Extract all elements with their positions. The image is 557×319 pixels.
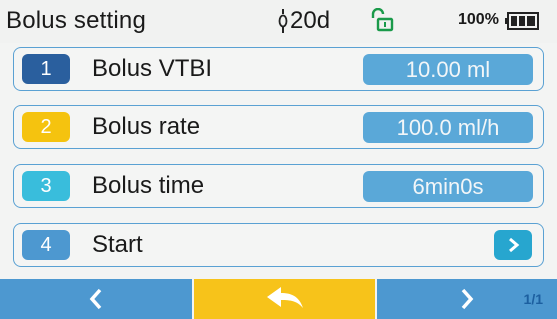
setting-row-bolus-rate[interactable]: 2 Bolus rate 100.0 ml/h: [13, 105, 544, 149]
row-number: 3: [22, 171, 70, 201]
iv-drip-icon: [278, 9, 288, 33]
back-arrow-icon: [266, 287, 303, 308]
status-bar: Bolus setting 20d 100%: [0, 0, 557, 43]
row-label: Bolus VTBI: [92, 55, 213, 82]
chevron-left-icon: [89, 288, 102, 310]
unlock-icon[interactable]: [370, 8, 394, 32]
next-page-button[interactable]: 1/1: [377, 279, 557, 319]
row-number: 1: [22, 54, 70, 84]
start-button[interactable]: [494, 230, 532, 260]
page-title: Bolus setting: [6, 7, 147, 34]
row-label: Start: [92, 231, 143, 258]
row-number: 2: [22, 112, 70, 142]
bolus-vtbi-value[interactable]: 10.00 ml: [363, 54, 533, 85]
previous-page-button[interactable]: [0, 279, 192, 319]
battery-level: 100%: [458, 11, 499, 28]
navigation-bar: 1/1: [0, 279, 557, 319]
row-label: Bolus rate: [92, 113, 201, 140]
row-label: Bolus time: [92, 172, 205, 199]
back-button[interactable]: [194, 279, 375, 319]
chevron-right-icon: [509, 237, 520, 253]
bolus-time-value[interactable]: 6min0s: [363, 171, 533, 202]
setting-row-bolus-vtbi[interactable]: 1 Bolus VTBI 10.00 ml: [13, 47, 544, 91]
setting-row-bolus-time[interactable]: 3 Bolus time 6min0s: [13, 164, 544, 208]
infusion-duration: 20d: [290, 7, 331, 34]
setting-row-start[interactable]: 4 Start: [13, 223, 544, 267]
bolus-rate-value[interactable]: 100.0 ml/h: [363, 112, 533, 143]
row-number: 4: [22, 230, 70, 260]
page-indicator: 1/1: [523, 291, 543, 307]
chevron-right-icon: [461, 288, 474, 310]
battery-icon: [505, 12, 539, 30]
